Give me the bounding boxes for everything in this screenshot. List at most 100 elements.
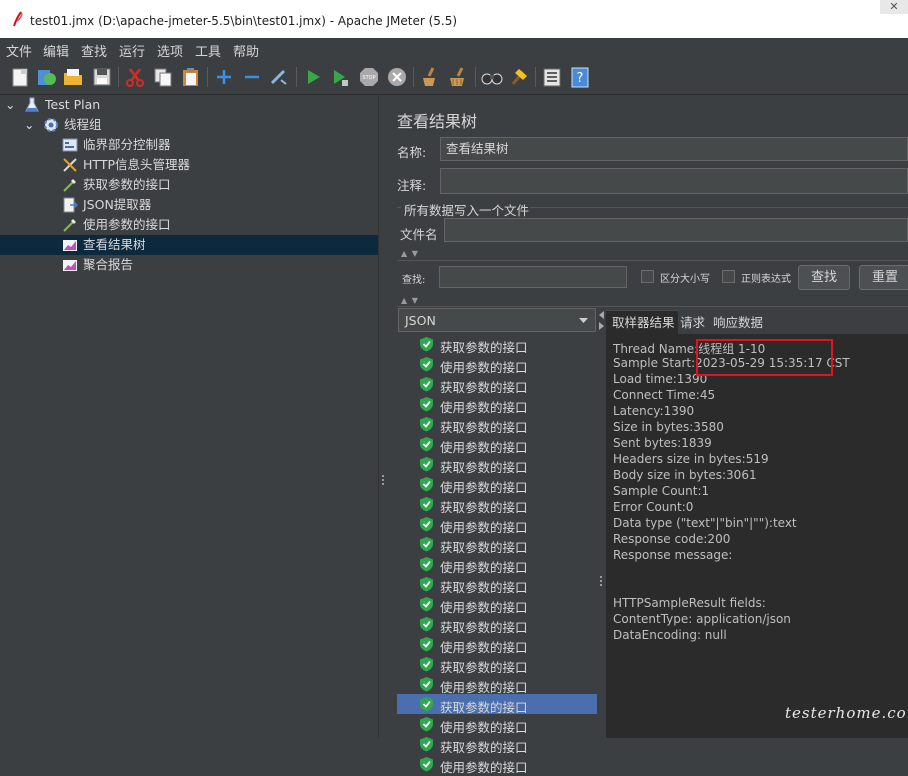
extractor-icon bbox=[63, 197, 78, 213]
expand-collapse-arrows-2[interactable]: ▲ ▼ bbox=[401, 296, 419, 305]
detail-line: Response message: bbox=[613, 548, 733, 562]
result-item[interactable]: 使用参数的接口 bbox=[397, 674, 597, 695]
menu-options[interactable]: 选项 bbox=[157, 41, 183, 60]
success-shield-icon bbox=[420, 657, 433, 672]
result-item-label: 使用参数的接口 bbox=[440, 760, 528, 775]
case-sensitive-label: 区分大小写 bbox=[660, 274, 710, 285]
result-item[interactable]: 使用参数的接口 bbox=[397, 554, 597, 575]
menu-file[interactable]: 文件 bbox=[6, 41, 32, 60]
result-item[interactable]: 使用参数的接口 bbox=[397, 594, 597, 615]
filename-field[interactable] bbox=[444, 218, 908, 242]
cut-icon[interactable] bbox=[124, 66, 146, 88]
collapse-icon[interactable] bbox=[241, 66, 263, 88]
filename-label: 文件名 bbox=[400, 227, 438, 242]
expand-icon[interactable] bbox=[213, 66, 235, 88]
new-icon[interactable] bbox=[9, 66, 31, 88]
comment-label: 注释: bbox=[397, 178, 427, 193]
find-button[interactable]: 查找 bbox=[798, 265, 850, 290]
function-helper-icon[interactable] bbox=[541, 66, 563, 88]
result-item[interactable]: 使用参数的接口 bbox=[397, 514, 597, 535]
search-field[interactable] bbox=[439, 266, 627, 288]
detail-line: Headers size in bytes:519 bbox=[613, 452, 769, 466]
result-item[interactable]: 使用参数的接口 bbox=[397, 474, 597, 495]
save-icon[interactable] bbox=[91, 66, 113, 88]
success-shield-icon bbox=[420, 537, 433, 552]
toggle-icon[interactable] bbox=[268, 66, 290, 88]
regex-label: 正则表达式 bbox=[741, 274, 791, 285]
clear-icon[interactable] bbox=[419, 66, 441, 88]
flask-icon bbox=[25, 97, 39, 112]
success-shield-icon bbox=[420, 437, 433, 452]
success-shield-icon bbox=[420, 397, 433, 412]
expand-collapse-arrows[interactable]: ▲ ▼ bbox=[401, 249, 419, 258]
copy-icon[interactable] bbox=[152, 66, 174, 88]
start-icon[interactable] bbox=[302, 66, 324, 88]
success-shield-icon bbox=[420, 577, 433, 592]
renderer-select[interactable]: JSON bbox=[398, 308, 596, 332]
toolbar: STOP ? bbox=[0, 60, 908, 95]
test-plan-tree bbox=[0, 95, 378, 738]
result-item[interactable]: 使用参数的接口 bbox=[397, 354, 597, 375]
clear-all-icon[interactable] bbox=[447, 66, 469, 88]
jmeter-feather-icon bbox=[13, 11, 23, 27]
chevron-down-icon bbox=[579, 318, 588, 323]
result-item[interactable]: 使用参数的接口 bbox=[397, 714, 597, 735]
result-item[interactable]: 获取参数的接口 bbox=[397, 614, 597, 635]
watermark: testerhome.com bbox=[785, 704, 908, 722]
tab-sampler-result-label[interactable]: 取样器结果 bbox=[612, 312, 675, 331]
reset-search-icon[interactable] bbox=[508, 66, 530, 88]
paste-icon[interactable] bbox=[180, 66, 202, 88]
result-item[interactable]: 获取参数的接口 bbox=[397, 694, 597, 715]
success-shield-icon bbox=[420, 497, 433, 512]
tab-response-data[interactable]: 响应数据 bbox=[713, 312, 763, 331]
success-shield-icon bbox=[420, 737, 433, 752]
success-shield-icon bbox=[420, 697, 433, 712]
detail-line: Load time:1390 bbox=[613, 372, 708, 386]
open-icon[interactable] bbox=[62, 66, 84, 88]
results-splitter[interactable] bbox=[597, 308, 606, 738]
result-item[interactable]: 获取参数的接口 bbox=[397, 494, 597, 515]
search-icon[interactable] bbox=[481, 66, 503, 88]
detail-line: Body size in bytes:3061 bbox=[613, 468, 757, 482]
menu-tools[interactable]: 工具 bbox=[195, 41, 221, 60]
reset-button[interactable]: 重置 bbox=[859, 265, 908, 290]
result-item[interactable]: 使用参数的接口 bbox=[397, 434, 597, 455]
result-item[interactable]: 获取参数的接口 bbox=[397, 654, 597, 675]
result-item[interactable]: 获取参数的接口 bbox=[397, 334, 597, 355]
collapse-left-icon[interactable] bbox=[599, 311, 604, 319]
tab-request[interactable]: 请求 bbox=[680, 312, 705, 331]
tree-expander-thread-group[interactable]: ⌄ bbox=[24, 115, 38, 135]
chart-icon bbox=[63, 240, 77, 251]
result-item[interactable]: 获取参数的接口 bbox=[397, 534, 597, 555]
result-item[interactable]: 获取参数的接口 bbox=[397, 574, 597, 595]
window-close-button[interactable]: ✕ bbox=[880, 0, 908, 14]
case-sensitive-checkbox[interactable] bbox=[641, 270, 654, 283]
detail-line: Latency:1390 bbox=[613, 404, 695, 418]
menu-help[interactable]: 帮助 bbox=[233, 41, 259, 60]
menu-run[interactable]: 运行 bbox=[119, 41, 145, 60]
chart-icon bbox=[63, 260, 77, 271]
success-shield-icon bbox=[420, 417, 433, 432]
result-item[interactable]: 使用参数的接口 bbox=[397, 634, 597, 655]
menu-search[interactable]: 查找 bbox=[81, 41, 107, 60]
result-item[interactable]: 获取参数的接口 bbox=[397, 414, 597, 435]
stop-icon[interactable]: STOP bbox=[358, 66, 380, 88]
detail-line: Size in bytes:3580 bbox=[613, 420, 724, 434]
help-icon[interactable]: ? bbox=[569, 66, 591, 88]
name-field[interactable]: 查看结果树 bbox=[440, 137, 908, 161]
regex-checkbox[interactable] bbox=[722, 270, 735, 283]
tree-expander-test-plan[interactable]: ⌄ bbox=[5, 95, 19, 115]
menu-edit[interactable]: 编辑 bbox=[43, 41, 69, 60]
result-item[interactable]: 使用参数的接口 bbox=[397, 754, 597, 775]
comment-field[interactable] bbox=[440, 168, 908, 194]
result-item[interactable]: 获取参数的接口 bbox=[397, 734, 597, 755]
start-no-pause-icon[interactable] bbox=[329, 66, 351, 88]
title-bar: test01.jmx (D:\apache-jmeter-5.5\bin\tes… bbox=[0, 0, 908, 39]
result-item[interactable]: 获取参数的接口 bbox=[397, 374, 597, 395]
collapse-right-icon[interactable] bbox=[599, 322, 604, 330]
result-item[interactable]: 获取参数的接口 bbox=[397, 454, 597, 475]
templates-icon[interactable] bbox=[35, 66, 57, 88]
result-item[interactable]: 使用参数的接口 bbox=[397, 394, 597, 415]
detail-line: Sample Count:1 bbox=[613, 484, 710, 498]
shutdown-icon[interactable] bbox=[386, 66, 408, 88]
